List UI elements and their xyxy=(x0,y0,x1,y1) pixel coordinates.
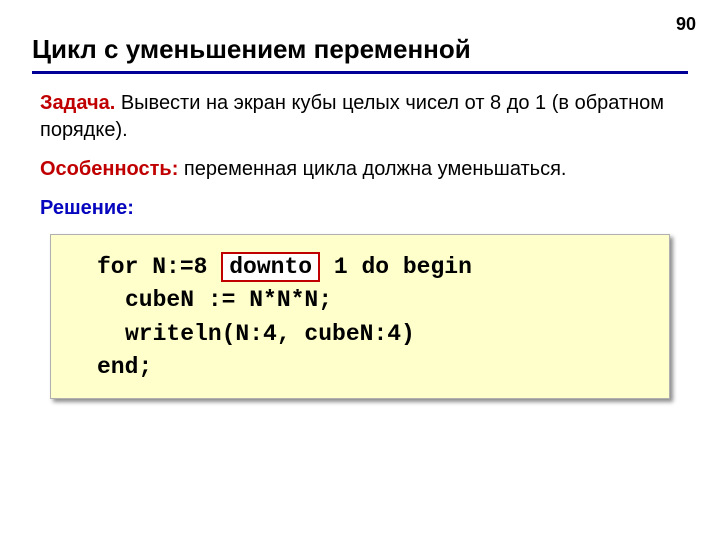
slide: 90 Цикл с уменьшением переменной Задача.… xyxy=(0,0,720,419)
code-line-1-pre: for N:=8 xyxy=(97,254,221,280)
downto-keyword-box: downto xyxy=(221,252,320,282)
feature-paragraph: Особенность: переменная цикла должна уме… xyxy=(40,156,688,183)
title-underline xyxy=(32,71,688,74)
code-block: for N:=8 downto 1 do begin cubeN := N*N*… xyxy=(50,234,670,399)
task-paragraph: Задача. Вывести на экран кубы целых чисе… xyxy=(40,90,688,144)
code-line-1: for N:=8 downto 1 do begin xyxy=(69,251,651,284)
code-line-4: end; xyxy=(69,351,651,384)
page-number: 90 xyxy=(676,14,696,35)
solution-label-paragraph: Решение: xyxy=(40,195,688,222)
solution-label: Решение: xyxy=(40,197,134,219)
code-line-3: writeln(N:4, cubeN:4) xyxy=(69,318,651,351)
feature-label: Особенность: xyxy=(40,158,178,180)
slide-title: Цикл с уменьшением переменной xyxy=(32,34,688,65)
task-label: Задача. xyxy=(40,92,115,114)
task-text: Вывести на экран кубы целых чисел от 8 д… xyxy=(40,92,664,141)
code-line-2: cubeN := N*N*N; xyxy=(69,284,651,317)
code-line-1-post: 1 do begin xyxy=(320,254,472,280)
feature-text: переменная цикла должна уменьшаться. xyxy=(178,158,566,180)
